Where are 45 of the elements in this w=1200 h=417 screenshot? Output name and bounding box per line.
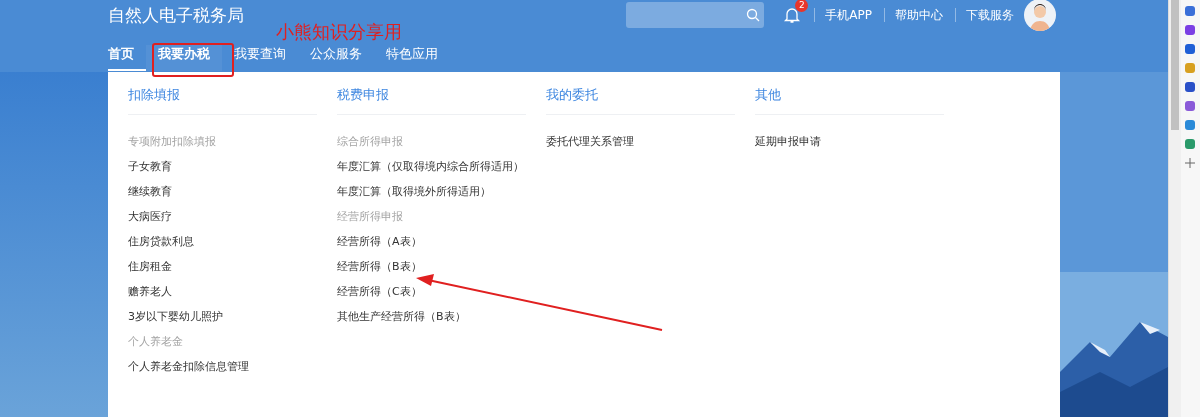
sidebar-app-icon[interactable] [1185,139,1196,149]
menu-item[interactable]: 个人养老金扣除信息管理 [128,360,317,385]
header-link[interactable]: 帮助中心 [895,6,943,24]
header-link[interactable]: 手机APP [825,6,872,24]
scrollbar-thumb[interactable] [1171,0,1179,130]
sidebar-app-icon[interactable] [1185,44,1196,54]
menu-heading: 税费申报 [337,86,526,115]
annotation-text: 小熊知识分享用 [276,20,402,44]
search-field[interactable] [626,2,765,28]
avatar-icon[interactable] [1024,0,1056,31]
sidebar-app-icon[interactable] [1185,101,1196,111]
menu-item[interactable]: 其他生产经营所得（B表） [337,310,526,335]
menu-item[interactable]: 住房贷款利息 [128,235,317,260]
nav-tab[interactable]: 特色应用 [374,45,450,71]
menu-heading: 我的委托 [546,86,735,115]
menu-item[interactable]: 3岁以下婴幼儿照护 [128,310,317,335]
menu-item[interactable]: 子女教育 [128,160,317,185]
group-label: 经营所得申报 [337,210,404,225]
add-icon[interactable] [1185,158,1196,168]
menu-item[interactable]: 住房租金 [128,260,317,285]
menu-heading: 扣除填报 [128,86,317,115]
menu-item[interactable]: 赡养老人 [128,285,317,310]
menu-item[interactable]: 年度汇算（仅取得境内综合所得适用） [337,160,526,185]
menu-item[interactable]: 延期申报申请 [755,135,944,160]
menu-item[interactable]: 委托代理关系管理 [546,135,735,160]
sidebar-app-icon[interactable] [1185,82,1196,92]
search-icon[interactable] [746,8,761,22]
nav-tab[interactable]: 我要查询 [222,45,298,71]
group-label: 综合所得申报 [337,135,404,150]
menu-item[interactable]: 经营所得（B表） [337,260,526,285]
menu-item[interactable]: 经营所得（C表） [337,285,526,310]
sidebar-app-icon[interactable] [1185,6,1196,16]
menu-item[interactable]: 年度汇算（取得境外所得适用） [337,185,526,210]
sidebar-app-icon[interactable] [1185,25,1196,35]
menu-item[interactable]: 继续教育 [128,185,317,210]
header-link[interactable]: 下载服务 [966,6,1014,24]
group-label: 个人养老金 [128,335,184,350]
menu-heading: 其他 [755,86,944,115]
menu-item[interactable]: 大病医疗 [128,210,317,235]
sidebar-app-icon[interactable] [1185,120,1196,130]
menu-item[interactable]: 经营所得（A表） [337,235,526,260]
notification-badge: 2 [795,0,809,12]
site-title: 自然人电子税务局 [108,3,245,27]
group-label: 专项附加扣除填报 [128,135,217,150]
nav-tab[interactable]: 公众服务 [298,45,374,71]
